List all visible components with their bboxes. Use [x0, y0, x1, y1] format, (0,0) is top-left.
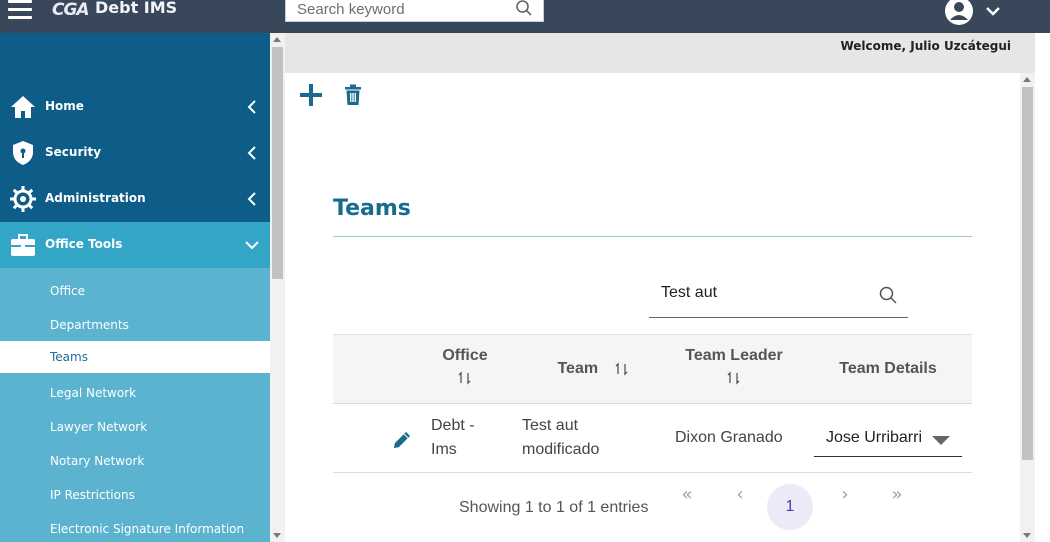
search-icon[interactable] — [878, 285, 898, 305]
column-header-office[interactable]: Office — [435, 347, 495, 385]
filter-input[interactable] — [661, 282, 861, 304]
add-icon[interactable] — [299, 83, 323, 107]
logo: CGA — [52, 0, 90, 20]
sidebar-item-label: Administration — [45, 191, 146, 205]
chevron-left-icon — [247, 100, 256, 114]
main-scrollbar[interactable] — [1020, 73, 1035, 542]
sidebar-subitem-teams[interactable]: Teams — [0, 341, 270, 373]
home-icon — [11, 96, 35, 118]
subitem-label: IP Restrictions — [50, 488, 135, 502]
chevron-down-icon — [245, 241, 259, 250]
previous-page-button[interactable]: ‹ — [717, 484, 763, 530]
sidebar-subitem-ip-restrictions[interactable]: IP Restrictions — [0, 479, 270, 511]
sidebar-subitem-lawyer-network[interactable]: Lawyer Network — [0, 411, 270, 443]
table-header: Office Team Team Leader Team Details — [333, 334, 972, 404]
last-page-button[interactable]: » — [874, 484, 920, 530]
subitem-label: Electronic Signature Information — [50, 522, 245, 536]
cell-team: Test aut modificado — [522, 414, 599, 462]
app-title: Debt IMS — [95, 0, 178, 17]
sidebar-item-office-tools[interactable]: Office Tools — [0, 222, 270, 268]
hamburger-menu-icon[interactable] — [8, 0, 34, 22]
welcome-bar: Welcome, Julio Uzcátegui — [285, 33, 1035, 73]
welcome-text: Welcome, Julio Uzcátegui — [840, 39, 1011, 53]
sort-icon[interactable] — [458, 371, 472, 385]
sidebar-subitem-electronic-signature[interactable]: Electronic Signature Information — [0, 513, 270, 542]
trash-icon[interactable] — [343, 84, 363, 106]
sidebar-subitem-departments[interactable]: Departments — [0, 309, 270, 341]
subitem-label: Departments — [50, 318, 129, 332]
column-label: Office — [442, 347, 488, 364]
cell-team-leader: Dixon Granado — [675, 429, 783, 446]
user-avatar-icon[interactable] — [944, 0, 974, 26]
column-label: Team Leader — [685, 347, 783, 364]
sidebar-item-security[interactable]: Security — [0, 130, 270, 176]
sidebar-scrollbar[interactable] — [270, 33, 285, 542]
subitem-label: Legal Network — [50, 386, 137, 400]
sidebar-item-administration[interactable]: Administration — [0, 176, 270, 222]
scroll-up-arrow-icon[interactable] — [1023, 77, 1031, 82]
shield-icon — [13, 141, 33, 165]
column-label: Team Details — [839, 360, 937, 377]
chevron-left-icon — [247, 146, 256, 160]
scrollbar-thumb[interactable] — [1022, 87, 1033, 460]
cell-office-line: Debt - — [431, 417, 475, 434]
sort-icon[interactable] — [615, 362, 629, 376]
team-details-select[interactable]: Jose Urribarri — [814, 422, 962, 457]
cell-office: Debt - Ims — [431, 414, 475, 462]
subitem-label: Notary Network — [50, 454, 145, 468]
sidebar-subitem-legal-network[interactable]: Legal Network — [0, 377, 270, 409]
main-content: Welcome, Julio Uzcátegui Teams Office — [285, 33, 1035, 542]
office-tools-submenu: Office Departments Teams Legal Network L… — [0, 268, 270, 542]
caret-down-icon — [932, 436, 950, 445]
scroll-up-arrow-icon[interactable] — [273, 37, 281, 42]
briefcase-icon — [11, 234, 35, 256]
cell-team-line: Test aut — [522, 417, 579, 434]
scroll-down-arrow-icon[interactable] — [273, 533, 281, 538]
select-value: Jose Urribarri — [826, 429, 923, 446]
column-label: Team — [557, 360, 599, 377]
chevron-left-icon — [247, 192, 256, 206]
sort-icon[interactable] — [727, 371, 741, 385]
teams-table: Office Team Team Leader Team Details Deb… — [333, 334, 972, 473]
first-page-button[interactable]: « — [664, 484, 710, 530]
pencil-icon[interactable] — [391, 429, 413, 451]
gear-icon — [10, 186, 36, 212]
pagination: Showing 1 to 1 of 1 entries « ‹ 1 › » — [333, 482, 972, 532]
column-header-team[interactable]: Team — [548, 360, 638, 378]
top-bar: CGA Debt IMS — [0, 0, 1050, 33]
next-page-button[interactable]: › — [822, 484, 868, 530]
cell-office-line: Ims — [431, 441, 457, 458]
column-header-team-details: Team Details — [828, 360, 948, 378]
sidebar-item-label: Home — [45, 99, 84, 113]
scrollbar-thumb[interactable] — [272, 47, 283, 279]
subitem-label: Teams — [50, 350, 88, 364]
subitem-label: Lawyer Network — [50, 420, 148, 434]
sidebar-item-home[interactable]: Home — [0, 84, 270, 130]
page-button-current[interactable]: 1 — [767, 484, 813, 530]
global-search — [285, 0, 544, 22]
scroll-down-arrow-icon[interactable] — [1023, 533, 1031, 538]
sidebar-subitem-notary-network[interactable]: Notary Network — [0, 445, 270, 477]
search-icon[interactable] — [515, 0, 533, 17]
sidebar-item-label: Office Tools — [45, 237, 123, 251]
cell-team-line: modificado — [522, 441, 600, 458]
sidebar: Home Security Administration Office Tool… — [0, 33, 270, 542]
column-header-team-leader[interactable]: Team Leader — [678, 347, 790, 385]
title-divider — [333, 236, 972, 237]
table-row: Debt - Ims Test aut modificado Dixon Gra… — [333, 404, 972, 473]
pagination-info: Showing 1 to 1 of 1 entries — [459, 499, 649, 516]
sidebar-item-label: Security — [45, 145, 102, 159]
search-input[interactable] — [297, 0, 502, 19]
page-title: Teams — [333, 196, 411, 221]
subitem-label: Office — [50, 284, 86, 298]
table-filter — [649, 275, 908, 318]
chevron-down-icon[interactable] — [984, 2, 1002, 20]
sidebar-subitem-office[interactable]: Office — [0, 275, 270, 307]
